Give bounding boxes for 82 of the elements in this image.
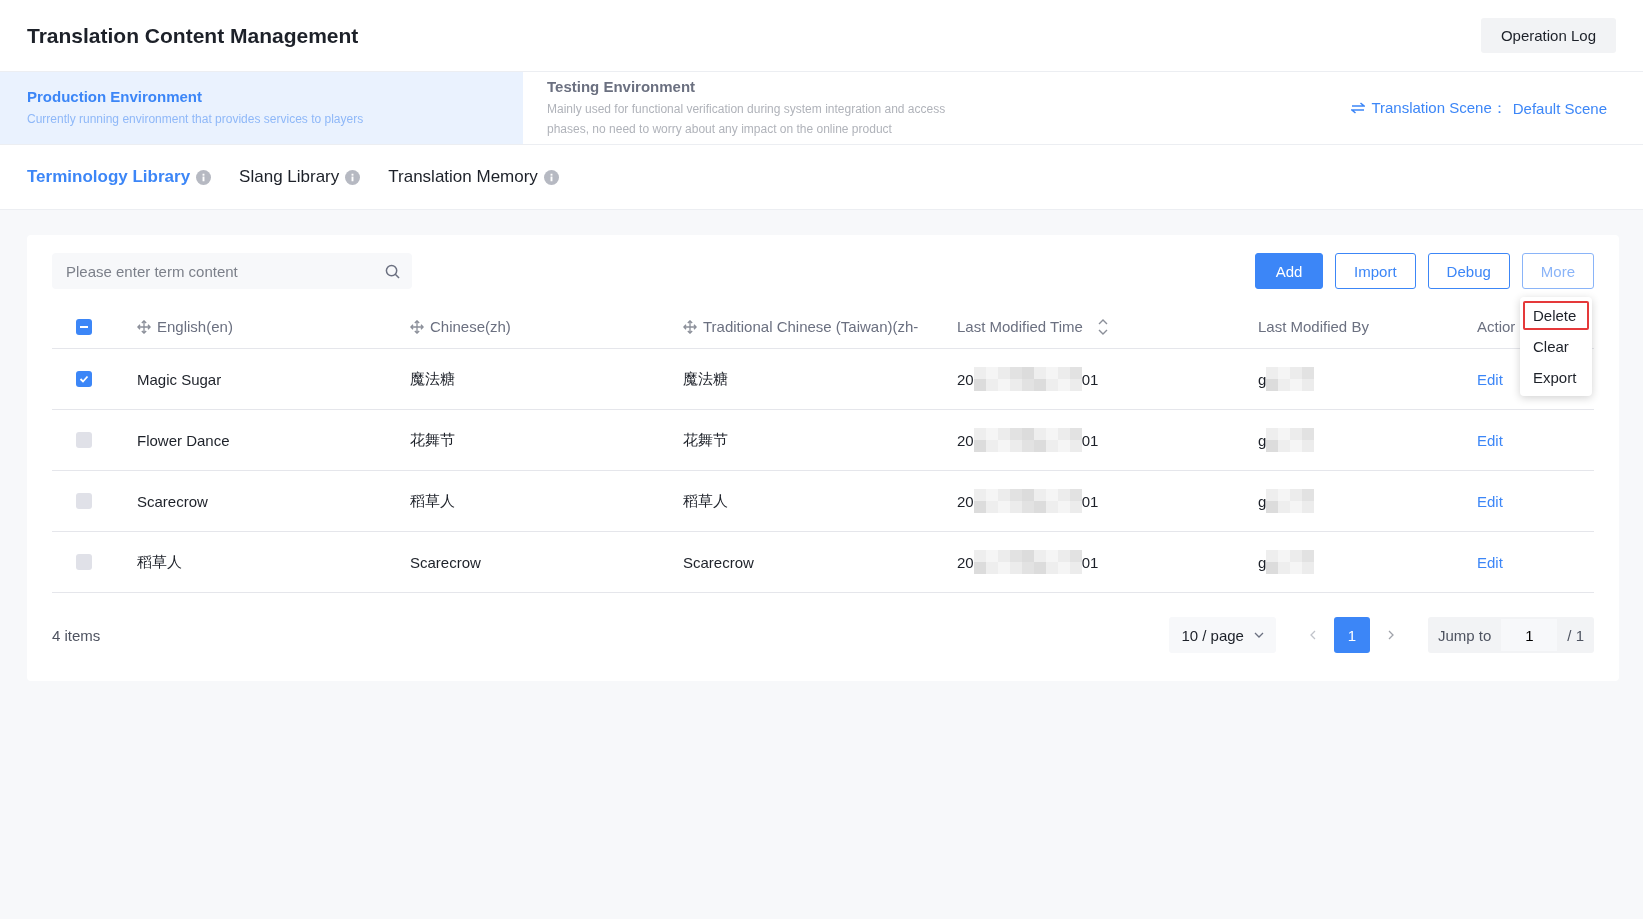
table-cell: g — [1258, 370, 1267, 388]
table-cell: 01 — [1081, 553, 1099, 571]
minus-icon — [80, 325, 88, 328]
table-cell: 20 — [957, 553, 974, 571]
row-checkbox[interactable] — [76, 554, 92, 570]
move-icon[interactable] — [683, 319, 697, 334]
library-tab[interactable]: Slang Library — [239, 167, 361, 187]
table-cell: Scarecrow — [410, 553, 481, 571]
redaction-block — [1266, 489, 1315, 513]
chevron-down-icon — [1253, 632, 1264, 638]
environment-description: Currently running environment that provides services to players — [27, 110, 365, 128]
table-cell: 魔法糖 — [683, 369, 728, 389]
scene-label: Translation Scene： — [1371, 98, 1507, 118]
table-cell: 稻草人 — [410, 491, 455, 511]
swap-icon — [1351, 102, 1366, 114]
redaction-block — [1266, 367, 1315, 391]
action-button[interactable]: Debug — [1427, 253, 1510, 289]
action-button[interactable]: Add — [1255, 253, 1324, 289]
search-field[interactable]: Please enter term content — [52, 253, 412, 289]
chevron-left-icon — [1309, 630, 1316, 640]
table-cell: 20 — [957, 370, 974, 388]
library-tab[interactable]: Terminology Library — [27, 167, 212, 187]
table-cell: 稻草人 — [683, 491, 728, 511]
environment-name: Production Environment — [27, 87, 203, 105]
edit-link[interactable]: Edit — [1477, 492, 1503, 510]
action-button[interactable]: Import — [1335, 253, 1416, 289]
table-cell: 花舞节 — [683, 430, 728, 450]
environment-description: Mainly used for functional verification during system integration and access phases, no need to worry about any impact on the online product — [547, 100, 947, 138]
total-count: 4 items — [52, 626, 101, 644]
page-button[interactable]: 1 — [1333, 617, 1370, 653]
search-input[interactable]: Please enter term content — [64, 261, 385, 281]
edit-link[interactable]: Edit — [1477, 431, 1503, 449]
column-header: Last Modified By — [1258, 318, 1369, 335]
redaction-block — [1266, 550, 1315, 574]
info-icon — [345, 169, 361, 185]
redaction-block — [1266, 428, 1315, 452]
edit-link[interactable]: Edit — [1477, 553, 1503, 571]
table-cell: Scarecrow — [683, 553, 754, 571]
table-cell: Scarecrow — [137, 492, 208, 510]
action-button[interactable]: More — [1521, 253, 1594, 289]
column-header: Last Modified Time — [957, 318, 1083, 335]
translation-scene-link[interactable]: Translation Scene： Default Scene — [1351, 98, 1607, 118]
table-cell: 魔法糖 — [410, 369, 455, 389]
page-title: Translation Content Management — [27, 23, 359, 48]
info-icon — [196, 169, 212, 185]
move-icon[interactable] — [137, 319, 151, 334]
table-cell: 01 — [1081, 370, 1099, 388]
page-size-select[interactable]: 10 / page — [1169, 617, 1276, 653]
row-checkbox[interactable] — [76, 432, 92, 448]
table-cell: Flower Dance — [137, 431, 230, 449]
info-icon — [543, 169, 559, 185]
row-checkbox[interactable] — [76, 493, 92, 509]
jump-label: Jump to — [1437, 626, 1492, 644]
environment-tab[interactable]: Production Environment Currently running environment that provides services to players — [0, 72, 523, 144]
move-icon[interactable] — [410, 319, 424, 334]
search-icon — [385, 263, 400, 279]
check-icon — [79, 374, 89, 384]
environment-name: Testing Environment — [547, 77, 697, 95]
scene-value: Default Scene — [1512, 99, 1607, 117]
table-cell: g — [1258, 492, 1267, 510]
jump-field[interactable]: 1 — [1501, 619, 1558, 651]
column-header: English(en) — [157, 318, 233, 335]
table-cell: 20 — [957, 492, 974, 510]
library-tab[interactable]: Translation Memory — [388, 167, 559, 187]
page-count: / 1 — [1567, 626, 1584, 644]
column-header: Chinese(zh) — [430, 318, 511, 335]
table-cell: 稻草人 — [137, 552, 182, 572]
column-header: Actior — [1477, 318, 1516, 335]
select-all-checkbox[interactable] — [76, 318, 92, 335]
table-cell: g — [1258, 553, 1267, 571]
edit-link[interactable]: Edit — [1477, 370, 1503, 388]
operation-log-button[interactable]: Operation Log — [1480, 18, 1616, 53]
chevron-right-icon — [1387, 630, 1394, 640]
table-cell: 花舞节 — [410, 430, 455, 450]
table-cell: 20 — [957, 431, 974, 449]
table-cell: g — [1258, 431, 1267, 449]
table-cell: 01 — [1081, 431, 1099, 449]
table-cell: Magic Sugar — [137, 370, 222, 388]
menu-item[interactable]: Delete — [1523, 301, 1589, 330]
table-cell: 01 — [1081, 492, 1099, 510]
column-header: Traditional Chinese (Taiwan)(zh- — [703, 318, 919, 335]
row-checkbox[interactable] — [76, 371, 92, 387]
